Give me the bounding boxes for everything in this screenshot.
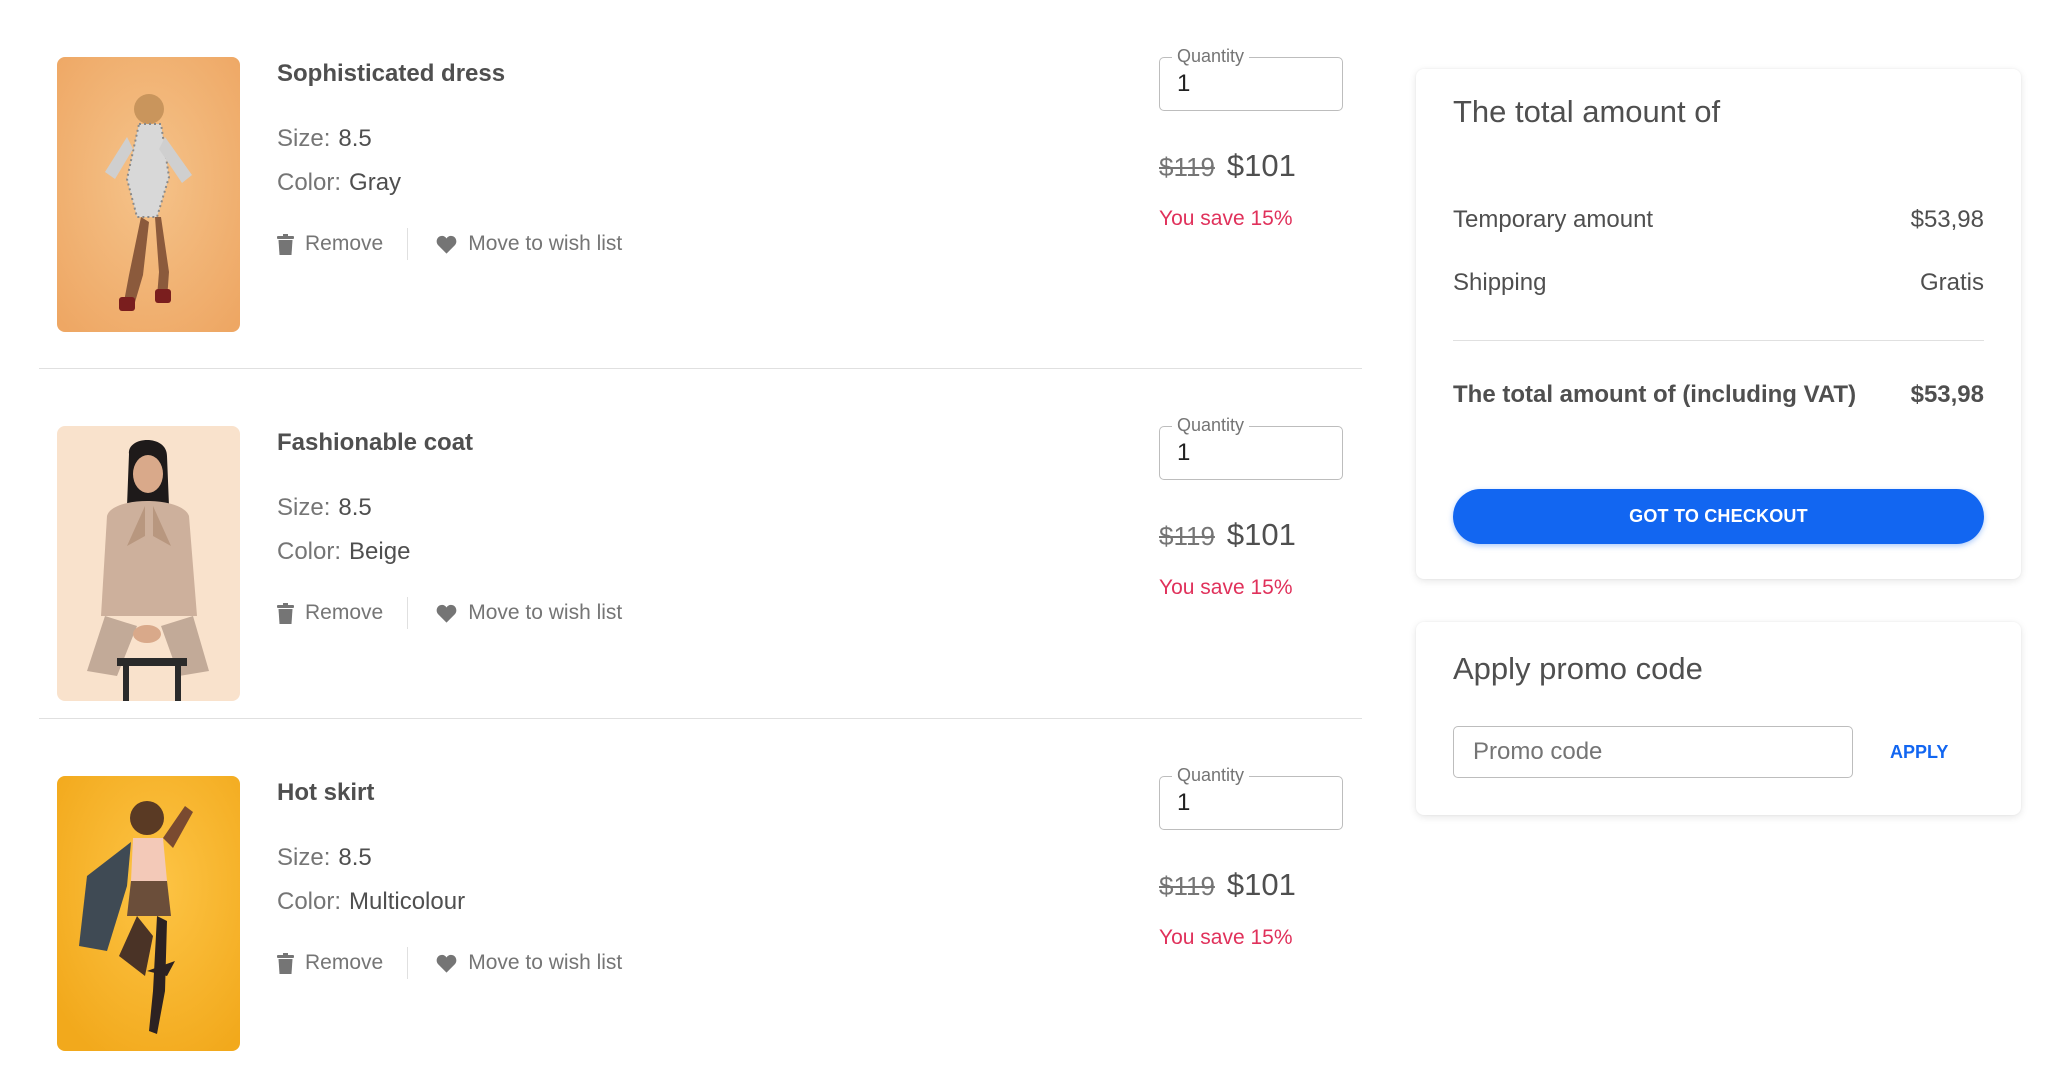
size-value: 8.5 xyxy=(338,125,372,152)
heart-icon xyxy=(436,954,457,973)
promo-code-input[interactable] xyxy=(1453,726,1853,778)
temporary-amount-row: Temporary amount $53,98 xyxy=(1453,206,1984,234)
cart-item-list: Sophisticated dress Size: 8.5 Color: Gray … xyxy=(39,0,1362,1069)
move-to-wish-list-button[interactable]: Move to wish list xyxy=(436,601,622,625)
action-divider xyxy=(407,597,409,629)
quantity-field[interactable]: Quantity xyxy=(1159,415,1343,480)
price: $119 $101 xyxy=(1159,867,1296,903)
size-value: 8.5 xyxy=(338,844,372,871)
trash-icon xyxy=(277,602,294,624)
remove-button[interactable]: Remove xyxy=(277,951,383,975)
size-label: Size: xyxy=(277,844,331,871)
old-price: $119 xyxy=(1159,521,1215,551)
shipping-value: Gratis xyxy=(1919,269,1984,296)
product-name: Fashionable coat xyxy=(277,429,474,456)
wish-label: Move to wish list xyxy=(468,951,623,974)
summary-divider xyxy=(1453,340,1984,341)
color-label: Color: xyxy=(277,888,342,915)
quantity-field[interactable]: Quantity xyxy=(1159,46,1343,111)
product-image[interactable] xyxy=(57,57,240,332)
product-color: Color: Multicolour xyxy=(277,888,465,916)
action-divider xyxy=(407,228,409,260)
shipping-row: Shipping Gratis xyxy=(1453,269,1984,297)
quantity-input[interactable] xyxy=(1177,439,1327,467)
quantity-input[interactable] xyxy=(1177,789,1327,817)
heart-icon xyxy=(436,604,457,623)
item-actions: Remove Move to wish list xyxy=(277,228,622,260)
old-price: $119 xyxy=(1159,871,1215,901)
cart-item: Fashionable coat Size: 8.5 Color: Beige Re… xyxy=(39,369,1362,719)
quantity-field[interactable]: Quantity xyxy=(1159,765,1343,830)
remove-label: Remove xyxy=(305,601,384,624)
apply-button[interactable]: APPLY xyxy=(1880,734,1958,770)
checkout-button[interactable]: GOT TO CHECKOUT xyxy=(1453,489,1984,544)
new-price: $101 xyxy=(1226,867,1296,902)
temporary-amount-label: Temporary amount xyxy=(1453,206,1654,233)
size-value: 8.5 xyxy=(338,494,372,521)
quantity-input[interactable] xyxy=(1177,70,1327,98)
promo-code-card: Apply promo code APPLY xyxy=(1416,622,2021,815)
new-price: $101 xyxy=(1226,148,1296,183)
color-label: Color: xyxy=(277,169,342,196)
color-label: Color: xyxy=(277,538,342,565)
promo-title: Apply promo code xyxy=(1453,651,1703,686)
old-price: $119 xyxy=(1159,152,1215,182)
product-color: Color: Beige xyxy=(277,538,410,566)
new-price: $101 xyxy=(1226,517,1296,552)
product-name: Sophisticated dress xyxy=(277,60,506,87)
saving-text: You save 15% xyxy=(1159,576,1293,599)
size-label: Size: xyxy=(277,494,331,521)
shipping-label: Shipping xyxy=(1453,269,1547,296)
total-row: The total amount of (including VAT) $53,… xyxy=(1453,381,1984,409)
wish-label: Move to wish list xyxy=(468,232,623,255)
temporary-amount-value: $53,98 xyxy=(1910,206,1984,233)
trash-icon xyxy=(277,233,294,255)
product-size: Size: 8.5 xyxy=(277,844,372,872)
remove-button[interactable]: Remove xyxy=(277,232,383,256)
size-label: Size: xyxy=(277,125,331,152)
product-color: Color: Gray xyxy=(277,169,401,197)
item-actions: Remove Move to wish list xyxy=(277,947,622,979)
quantity-label: Quantity xyxy=(1172,415,1250,435)
quantity-label: Quantity xyxy=(1172,765,1250,785)
saving-text: You save 15% xyxy=(1159,207,1293,230)
action-divider xyxy=(407,947,409,979)
product-image[interactable] xyxy=(57,776,240,1051)
price: $119 $101 xyxy=(1159,517,1296,553)
item-actions: Remove Move to wish list xyxy=(277,597,622,629)
remove-label: Remove xyxy=(305,951,384,974)
quantity-label: Quantity xyxy=(1172,46,1250,66)
product-image[interactable] xyxy=(57,426,240,701)
product-size: Size: 8.5 xyxy=(277,125,372,153)
move-to-wish-list-button[interactable]: Move to wish list xyxy=(436,232,622,256)
move-to-wish-list-button[interactable]: Move to wish list xyxy=(436,951,622,975)
cart-item: Sophisticated dress Size: 8.5 Color: Gray … xyxy=(39,0,1362,369)
cart-item: Hot skirt Size: 8.5 Color: Multicolour Rem… xyxy=(39,719,1362,1069)
color-value: Multicolour xyxy=(349,888,466,915)
heart-icon xyxy=(436,235,457,254)
color-value: Gray xyxy=(349,169,402,196)
total-label: The total amount of (including VAT) xyxy=(1453,381,1857,408)
product-name: Hot skirt xyxy=(277,779,375,806)
price: $119 $101 xyxy=(1159,148,1296,184)
color-value: Beige xyxy=(349,538,411,565)
remove-button[interactable]: Remove xyxy=(277,601,383,625)
product-size: Size: 8.5 xyxy=(277,494,372,522)
saving-text: You save 15% xyxy=(1159,926,1293,949)
wish-label: Move to wish list xyxy=(468,601,623,624)
total-value: $53,98 xyxy=(1910,381,1984,408)
remove-label: Remove xyxy=(305,232,384,255)
trash-icon xyxy=(277,952,294,974)
order-summary-card: The total amount of Temporary amount $53… xyxy=(1416,69,2021,579)
summary-title: The total amount of xyxy=(1453,94,1721,129)
